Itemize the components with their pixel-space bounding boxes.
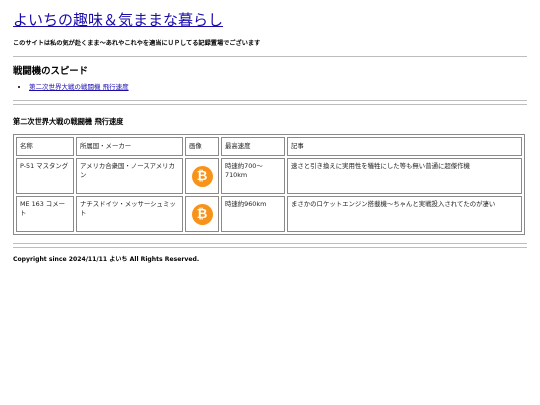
column-header-note: 記事	[287, 137, 522, 156]
divider	[13, 56, 527, 57]
cell-speed: 時速約700～710km	[221, 158, 285, 194]
cell-speed: 時速約960km	[221, 196, 285, 232]
cell-maker: アメリカ合衆国・ノースアメリカン	[76, 158, 183, 194]
cell-name: ME 163 コメート	[16, 196, 74, 232]
table-title: 第二次世界大戦の戦闘機 飛行速度	[13, 117, 124, 126]
section-title: 戦闘機のスピード	[13, 66, 89, 77]
cell-note: まさかのロケットエンジン搭載機～ちゃんと実戦投入されてたのが凄い	[287, 196, 522, 232]
toc-link[interactable]: 第二次世界大戦の戦闘機 飛行速度	[29, 83, 129, 91]
table-row: P-51 マスタング アメリカ合衆国・ノースアメリカン ₿ 時速約700～710…	[16, 158, 522, 194]
divider	[13, 104, 527, 105]
toc-item: 第二次世界大戦の戦闘機 飛行速度	[29, 83, 527, 92]
divider	[13, 243, 527, 244]
column-header-maker: 所属国・メーカー	[76, 137, 183, 156]
column-header-speed: 最高速度	[221, 137, 285, 156]
bitcoin-icon: ₿	[191, 165, 213, 187]
bitcoin-icon: ₿	[191, 203, 213, 225]
table-of-contents: 第二次世界大戦の戦闘機 飛行速度	[13, 83, 527, 92]
column-header-image: 画像	[185, 137, 219, 156]
cell-image: ₿	[185, 158, 219, 194]
divider	[13, 100, 527, 101]
cell-name: P-51 マスタング	[16, 158, 74, 194]
page: よいちの趣味＆気ままな暮らし このサイトは私の気が赴くまま～あれやこれやを適当に…	[0, 0, 540, 264]
cell-image: ₿	[185, 196, 219, 232]
cell-note: 速さと引き換えに実用性を犠牲にした等も無い普通に超傑作機	[287, 158, 522, 194]
footer-copyright: Copyright since 2024/11/11 よいち All Right…	[13, 256, 200, 263]
table-header-row: 名称 所属国・メーカー 画像 最高速度 記事	[16, 137, 522, 156]
site-title-link[interactable]: よいちの趣味＆気ままな暮らし	[13, 10, 223, 30]
fighter-speed-table: 名称 所属国・メーカー 画像 最高速度 記事 P-51 マスタング アメリカ合衆…	[13, 134, 525, 235]
cell-maker: ナチスドイツ・メッサーシュミット	[76, 196, 183, 232]
divider	[13, 247, 527, 248]
site-tagline: このサイトは私の気が赴くまま～あれやこれやを適当にＵＰしてる記録置場でございます	[13, 40, 261, 47]
table-row: ME 163 コメート ナチスドイツ・メッサーシュミット ₿ 時速約960km …	[16, 196, 522, 232]
column-header-name: 名称	[16, 137, 74, 156]
